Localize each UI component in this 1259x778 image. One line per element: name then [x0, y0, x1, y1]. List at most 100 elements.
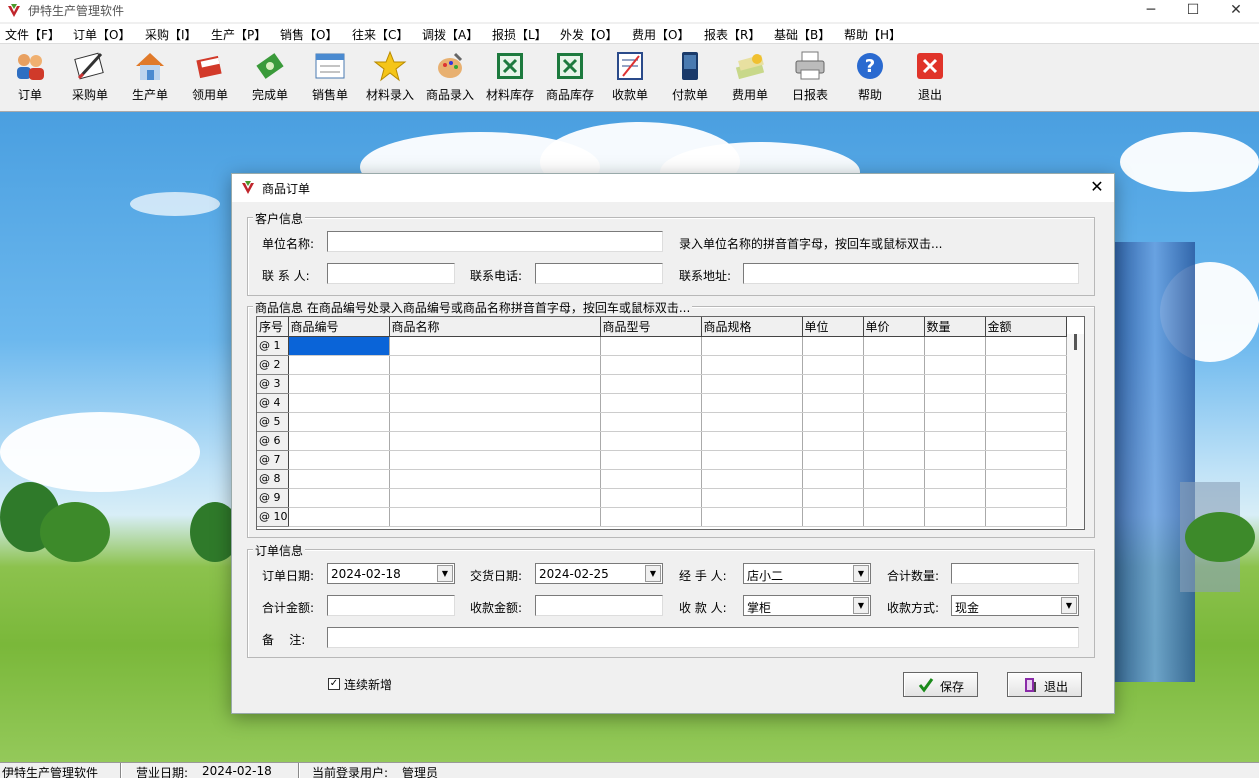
chevron-down-icon[interactable]: ▼ [437, 565, 453, 582]
grid-cell[interactable] [288, 450, 390, 470]
grid-cell[interactable] [701, 393, 803, 413]
menu-purchase[interactable]: 采购【I】 [145, 26, 197, 43]
contact-input[interactable] [327, 263, 455, 284]
toolbar-sales-button[interactable]: 销售单 [300, 50, 360, 103]
grid-cell[interactable] [802, 374, 864, 394]
menu-accounts[interactable]: 往来【C】 [352, 26, 408, 43]
grid-cell[interactable] [924, 336, 986, 356]
grid-cell[interactable] [863, 355, 925, 375]
remark-input[interactable] [327, 627, 1079, 648]
grid-cell[interactable] [288, 412, 390, 432]
grid-cell[interactable] [701, 374, 803, 394]
grid-cell[interactable] [924, 488, 986, 508]
grid-scrollbar[interactable] [1067, 334, 1084, 528]
grid-cell[interactable] [600, 336, 702, 356]
column-header[interactable]: 序号 [257, 317, 289, 337]
chevron-down-icon[interactable]: ▼ [853, 565, 869, 582]
table-row[interactable]: @ 6 [257, 431, 1067, 451]
continuous-add-label[interactable]: 连续新增 [344, 676, 392, 693]
column-header[interactable]: 单价 [863, 317, 925, 337]
menu-loss[interactable]: 报损【L】 [492, 26, 547, 43]
grid-cell[interactable] [600, 507, 702, 527]
grid-cell[interactable] [389, 336, 601, 356]
order-date-picker[interactable]: 2024-02-18 ▼ [327, 563, 455, 584]
phone-input[interactable] [535, 263, 663, 284]
table-row[interactable]: @ 8 [257, 469, 1067, 489]
grid-cell[interactable] [863, 393, 925, 413]
grid-cell[interactable] [924, 431, 986, 451]
table-row[interactable]: @ 10 [257, 507, 1067, 527]
grid-cell[interactable] [863, 336, 925, 356]
grid-cell[interactable] [802, 355, 864, 375]
grid-cell[interactable] [802, 507, 864, 527]
grid-cell[interactable] [701, 336, 803, 356]
grid-cell[interactable] [701, 507, 803, 527]
table-row[interactable]: @ 4 [257, 393, 1067, 413]
grid-cell[interactable] [701, 488, 803, 508]
toolbar-goods-stock-button[interactable]: 商品库存 [540, 50, 600, 103]
grid-cell[interactable] [288, 488, 390, 508]
toolbar-material-stock-button[interactable]: 材料库存 [480, 50, 540, 103]
toolbar-exit-button[interactable]: 退出 [900, 50, 960, 103]
column-header[interactable]: 单位 [802, 317, 864, 337]
total-qty-input[interactable] [951, 563, 1079, 584]
maximize-button[interactable]: ☐ [1170, 0, 1216, 22]
grid-cell[interactable] [924, 469, 986, 489]
toolbar-complete-button[interactable]: 完成单 [240, 50, 300, 103]
grid-cell[interactable] [600, 431, 702, 451]
table-row[interactable]: @ 7 [257, 450, 1067, 470]
grid-cell[interactable] [924, 507, 986, 527]
toolbar-expense-button[interactable]: 费用单 [720, 50, 780, 103]
grid-cell[interactable] [701, 412, 803, 432]
grid-cell[interactable] [701, 469, 803, 489]
grid-cell[interactable] [985, 450, 1067, 470]
grid-cell[interactable] [701, 431, 803, 451]
grid-cell[interactable] [389, 488, 601, 508]
table-row[interactable]: @ 3 [257, 374, 1067, 394]
table-row[interactable]: @ 9 [257, 488, 1067, 508]
grid-cell[interactable] [389, 393, 601, 413]
payee-select[interactable]: 掌柜 ▼ [743, 595, 871, 616]
grid-cell[interactable] [288, 336, 390, 356]
toolbar-material-entry-button[interactable]: 材料录入 [360, 50, 420, 103]
toolbar-production-button[interactable]: 生产单 [120, 50, 180, 103]
grid-cell[interactable] [802, 488, 864, 508]
grid-cell[interactable] [288, 393, 390, 413]
grid-cell[interactable] [863, 374, 925, 394]
handler-select[interactable]: 店小二 ▼ [743, 563, 871, 584]
grid-cell[interactable] [389, 431, 601, 451]
menu-outsource[interactable]: 外发【O】 [560, 26, 617, 43]
grid-cell[interactable] [985, 488, 1067, 508]
grid-cell[interactable] [802, 469, 864, 489]
grid-cell[interactable] [288, 469, 390, 489]
company-name-input[interactable] [327, 231, 663, 252]
grid-cell[interactable] [924, 450, 986, 470]
grid-cell[interactable] [802, 431, 864, 451]
menu-transfer[interactable]: 调拨【A】 [422, 26, 478, 43]
dialog-close-button[interactable]: ✕ [1086, 178, 1108, 198]
grid-cell[interactable] [600, 469, 702, 489]
toolbar-requisition-button[interactable]: 领用单 [180, 50, 240, 103]
close-button[interactable]: ✕ [1213, 0, 1259, 22]
grid-cell[interactable] [924, 412, 986, 432]
chevron-down-icon[interactable]: ▼ [645, 565, 661, 582]
table-row[interactable]: @ 1 [257, 336, 1067, 356]
column-header[interactable]: 商品型号 [600, 317, 702, 337]
received-input[interactable] [535, 595, 663, 616]
menu-basic[interactable]: 基础【B】 [774, 26, 830, 43]
grid-cell[interactable] [600, 393, 702, 413]
column-header[interactable]: 商品规格 [701, 317, 803, 337]
menu-sales[interactable]: 销售【O】 [280, 26, 337, 43]
grid-cell[interactable] [389, 450, 601, 470]
address-input[interactable] [743, 263, 1079, 284]
goods-grid[interactable]: 序号 商品编号 商品名称 商品型号 商品规格 单位 单价 数量 金额 @ 1 @ … [256, 316, 1085, 530]
grid-cell[interactable] [701, 450, 803, 470]
grid-cell[interactable] [600, 412, 702, 432]
grid-cell[interactable] [863, 412, 925, 432]
grid-cell[interactable] [600, 355, 702, 375]
save-button[interactable]: 保存 [903, 672, 978, 697]
grid-cell[interactable] [701, 355, 803, 375]
toolbar-purchase-button[interactable]: 采购单 [60, 50, 120, 103]
grid-cell[interactable] [985, 431, 1067, 451]
grid-cell[interactable] [863, 507, 925, 527]
